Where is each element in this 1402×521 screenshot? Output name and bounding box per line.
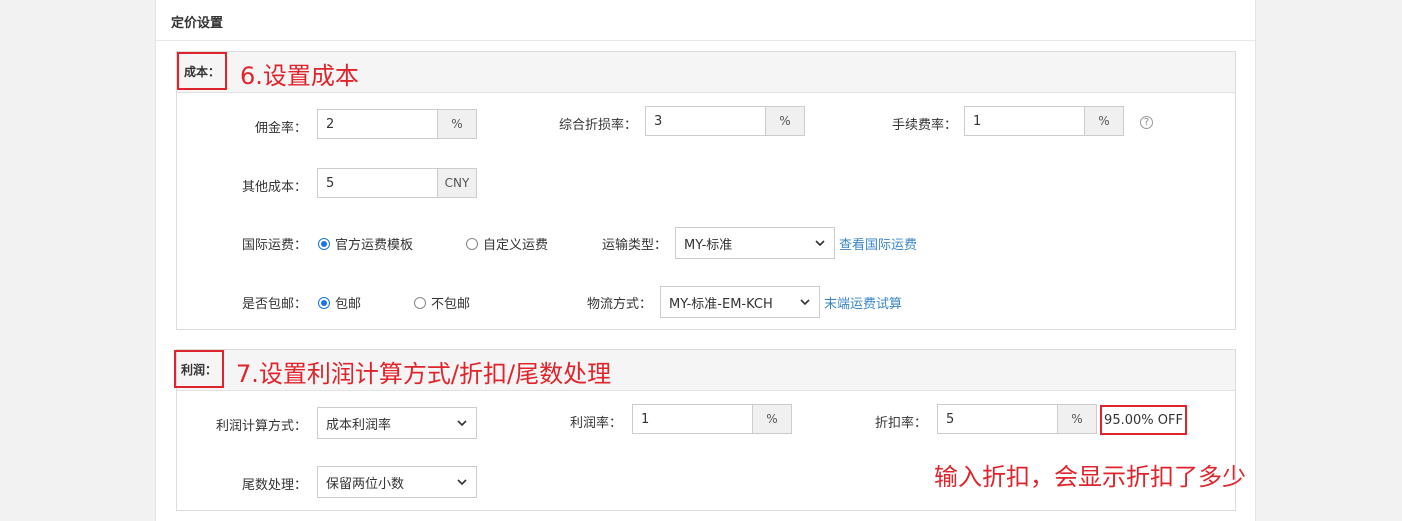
transport-type-label: 运输类型： <box>601 238 667 253</box>
discount-rate-input-group: % <box>937 404 1097 434</box>
intl-shipping-label: 国际运费： <box>241 238 307 253</box>
last-mile-fee-calc-link[interactable]: 末端运费试算 <box>824 293 902 312</box>
profit-section-label: 利润： <box>174 350 224 388</box>
cost-step-annotation: 6.设置成本 <box>240 62 359 90</box>
other-cost-input[interactable] <box>318 169 437 197</box>
radio-custom-shipping[interactable]: 自定义运费 <box>466 234 548 253</box>
radio-official-template[interactable]: 官方运费模板 <box>318 234 413 253</box>
radio-label: 自定义运费 <box>483 238 549 253</box>
radio-free-shipping[interactable]: 包邮 <box>318 293 361 312</box>
rounding-value: 保留两位小数 <box>326 476 405 492</box>
transport-type-select[interactable]: MY-标准 <box>675 227 835 259</box>
logistics-value: MY-标准-EM-KCH <box>669 296 773 312</box>
help-icon[interactable]: ? <box>1140 116 1153 129</box>
radio-label: 官方运费模板 <box>335 238 414 253</box>
rounding-select[interactable]: 保留两位小数 <box>317 466 477 498</box>
profit-method-label: 利润计算方式： <box>215 419 307 434</box>
cost-section-label: 成本： <box>177 52 227 90</box>
radio-unselected-icon <box>466 237 478 250</box>
profit-rate-unit: % <box>752 405 791 433</box>
fee-label: 手续费率： <box>891 118 957 133</box>
radio-selected-icon <box>318 237 330 250</box>
commission-input-group: % <box>317 109 477 139</box>
panel-title: 定价设置 <box>171 16 224 31</box>
other-cost-unit: CNY <box>437 169 476 197</box>
discount-loss-unit: % <box>765 107 804 135</box>
radio-selected-icon <box>318 296 330 309</box>
chevron-down-icon <box>457 479 467 486</box>
view-intl-shipping-link[interactable]: 查看国际运费 <box>839 234 917 253</box>
profit-step-annotation: 7.设置利润计算方式/折扣/尾数处理 <box>236 360 612 388</box>
radio-unselected-icon <box>414 296 426 309</box>
pricing-settings-panel: 定价设置 成本： 6.设置成本 佣金率： % 综合折损率： % 手续费率： % … <box>155 0 1256 521</box>
discount-result-badge: 95.00% OFF <box>1100 405 1187 435</box>
profit-method-select[interactable]: 成本利润率 <box>317 407 477 439</box>
profit-method-value: 成本利润率 <box>326 417 392 433</box>
discount-rate-unit: % <box>1057 405 1096 433</box>
transport-type-value: MY-标准 <box>684 237 733 253</box>
commission-unit: % <box>437 110 476 138</box>
commission-input[interactable] <box>318 110 437 138</box>
other-cost-input-group: CNY <box>317 168 477 198</box>
fee-input[interactable] <box>965 107 1084 135</box>
radio-label: 不包邮 <box>431 297 471 312</box>
cost-section-header: 成本： 6.设置成本 <box>177 52 1235 93</box>
rounding-label: 尾数处理： <box>241 478 307 493</box>
profit-section-header: 利润： 7.设置利润计算方式/折扣/尾数处理 <box>174 350 1235 391</box>
discount-loss-input-group: % <box>645 106 805 136</box>
profit-rate-input[interactable] <box>633 405 752 433</box>
discount-rate-label: 折扣率： <box>874 416 927 431</box>
radio-label: 包邮 <box>335 297 362 312</box>
chevron-down-icon <box>800 299 810 306</box>
chevron-down-icon <box>815 240 825 247</box>
logistics-select[interactable]: MY-标准-EM-KCH <box>660 286 820 318</box>
commission-label: 佣金率： <box>254 121 307 136</box>
discount-rate-input[interactable] <box>938 405 1057 433</box>
chevron-down-icon <box>457 420 467 427</box>
radio-not-free-shipping[interactable]: 不包邮 <box>414 293 470 312</box>
profit-section: 利润： 7.设置利润计算方式/折扣/尾数处理 利润计算方式： 成本利润率 利润率… <box>174 349 1246 511</box>
profit-rate-label: 利润率： <box>569 416 622 431</box>
free-shipping-label: 是否包邮： <box>241 297 307 312</box>
logistics-label: 物流方式： <box>586 297 652 312</box>
fee-unit: % <box>1084 107 1123 135</box>
fee-input-group: % <box>964 106 1124 136</box>
discount-loss-input[interactable] <box>646 107 765 135</box>
other-cost-label: 其他成本： <box>241 180 307 195</box>
profit-rate-input-group: % <box>632 404 792 434</box>
discount-annotation: 输入折扣，会显示折扣了多少 <box>934 463 1246 491</box>
discount-loss-label: 综合折损率： <box>558 118 637 133</box>
cost-section: 成本： 6.设置成本 佣金率： % 综合折损率： % 手续费率： % ? 其他成… <box>176 51 1236 330</box>
divider <box>156 40 1255 41</box>
